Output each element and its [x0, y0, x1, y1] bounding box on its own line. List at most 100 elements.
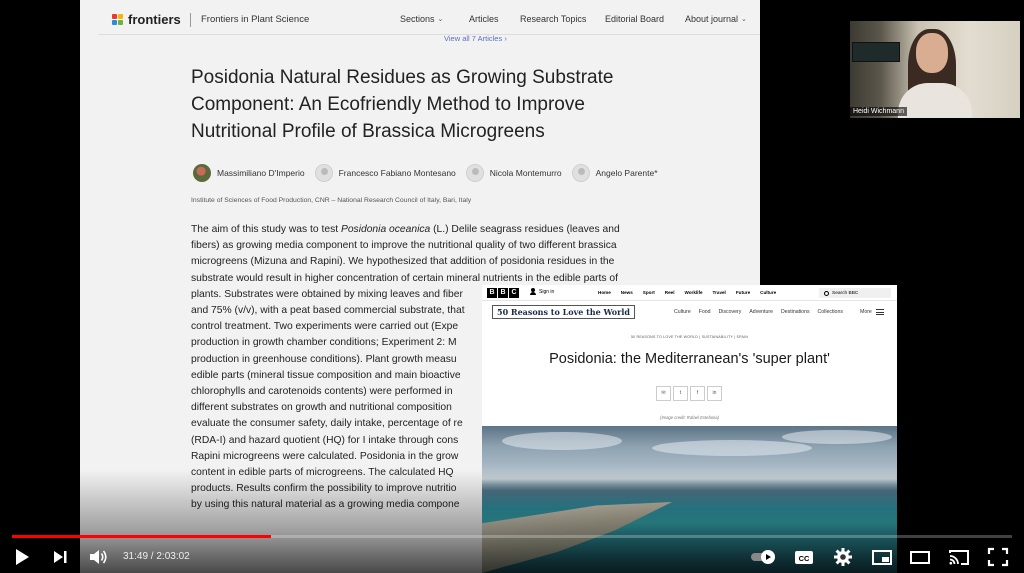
- bbc-logo: B B C: [487, 288, 519, 298]
- nav-articles: Articles: [469, 14, 499, 24]
- bbc-nav-item: Home: [598, 290, 611, 295]
- bbc-section-item: Food: [698, 309, 711, 315]
- cloud: [782, 430, 892, 444]
- bbc-headline: Posidonia: the Mediterranean's 'super pl…: [549, 351, 830, 367]
- search-label: Search BBC: [832, 290, 859, 296]
- bbc-nav-item: Travel: [712, 290, 726, 295]
- progress-bar[interactable]: [12, 535, 1012, 538]
- user-icon: [314, 164, 333, 182]
- player-controls: 31:49 / 2:03:02 CC: [0, 541, 1024, 573]
- author-avatar: [193, 164, 211, 182]
- nav-label: Editorial Board: [605, 14, 665, 24]
- bbc-more-menu: More: [860, 309, 884, 315]
- theater-mode-icon[interactable]: [909, 547, 931, 567]
- video-player[interactable]: frontiers Frontiers in Plant Science Sec…: [0, 0, 1024, 573]
- nav-research-topics: Research Topics: [520, 14, 586, 24]
- bbc-nav-item: Worklife: [684, 290, 703, 295]
- bbc-section-item: Discovery: [718, 309, 742, 315]
- bbc-kicker: 50 REASONS TO LOVE THE WORLD | SUSTAINAB…: [630, 335, 749, 339]
- time-display: 31:49 / 2:03:02: [123, 551, 190, 562]
- author: Angelo Parente*: [571, 164, 658, 182]
- bbc-logo-letter: C: [509, 288, 519, 298]
- miniplayer-icon[interactable]: [871, 547, 893, 567]
- more-label: More: [860, 309, 872, 315]
- chevron-down-icon: ⌄: [437, 16, 444, 23]
- bbc-nav-item: News: [620, 290, 633, 295]
- captions-label: CC: [799, 554, 810, 563]
- nav-label: Sections: [400, 14, 435, 24]
- bbc-nav-item: Sport: [642, 290, 655, 295]
- abstract-line: microgreens (Mizuna and Rapini). We hypo…: [191, 256, 615, 268]
- search-icon: [824, 290, 829, 296]
- settings-gear-icon[interactable]: [833, 547, 853, 567]
- image-credit: (Image credit: Rafael Estefania): [660, 415, 719, 420]
- linkedin-share-icon: in: [707, 386, 722, 401]
- twitter-share-icon: t: [673, 386, 688, 401]
- frontiers-logo-text: frontiers: [128, 12, 181, 27]
- author-name: Francesco Fabiano Montesano: [338, 168, 456, 178]
- title-line: Posidonia Natural Residues as Growing Su…: [191, 67, 614, 88]
- nav-sections: Sections ⌄: [400, 14, 443, 24]
- frontiers-header: frontiers Frontiers in Plant Science Sec…: [98, 5, 760, 35]
- play-icon[interactable]: [13, 547, 31, 567]
- author-name: Massimiliano D'Imperio: [217, 168, 305, 178]
- bbc-top-nav: Home News Sport Reel Worklife Travel Fut…: [598, 290, 776, 295]
- bbc-sign-in: Sign in: [530, 288, 554, 295]
- author: Massimiliano D'Imperio: [193, 164, 305, 182]
- bbc-section-item: Collections: [817, 309, 843, 315]
- speaker-face: [916, 33, 948, 73]
- author: Nicola Montemurro: [465, 164, 562, 182]
- cast-icon[interactable]: [948, 547, 970, 567]
- nav-label: About journal: [685, 14, 739, 24]
- bbc-nav-item: Reel: [664, 290, 675, 295]
- cloud: [502, 432, 622, 450]
- user-icon: [465, 164, 484, 182]
- autoplay-toggle-icon[interactable]: [750, 547, 778, 567]
- bbc-section-bar: 50 Reasons to Love the World Culture Foo…: [482, 302, 897, 322]
- article-title: Posidonia Natural Residues as Growing Su…: [191, 64, 671, 145]
- user-icon: [571, 164, 590, 182]
- frontiers-logo: frontiers: [112, 12, 181, 27]
- webcam-video: Heidi Wichmann: [850, 21, 1020, 118]
- author: Francesco Fabiano Montesano: [314, 164, 456, 182]
- bbc-section-item: Adventure: [749, 309, 773, 315]
- user-icon: [530, 288, 536, 295]
- fullscreen-icon[interactable]: [987, 547, 1009, 567]
- current-time: 31:49: [123, 551, 149, 562]
- bbc-section-item: Culture: [674, 309, 691, 315]
- frontiers-logo-icon: [112, 13, 124, 26]
- sign-in-label: Sign in: [539, 288, 555, 295]
- bbc-section-brand: 50 Reasons to Love the World: [492, 305, 635, 319]
- bbc-section-item: Destinations: [781, 309, 810, 315]
- author-name: Nicola Montemurro: [489, 168, 562, 178]
- bbc-section-nav: Culture Food Discovery Adventure Destina…: [674, 309, 843, 315]
- nav-about-journal: About journal ⌄: [685, 14, 747, 24]
- title-line: Nutritional Profile of Brassica Microgre…: [191, 121, 545, 142]
- nav-editorial-board: Editorial Board: [605, 14, 664, 24]
- bbc-share-buttons: ✉ t f in: [656, 386, 722, 401]
- facebook-share-icon: f: [690, 386, 705, 401]
- author-list: Massimiliano D'Imperio Francesco Fabiano…: [193, 162, 713, 184]
- nav-label: Research Topics: [520, 14, 587, 24]
- speaker-body: [898, 83, 972, 118]
- abstract-line: The aim of this study was to test Posido…: [191, 224, 620, 235]
- email-share-icon: ✉: [656, 386, 671, 401]
- bbc-search: Search BBC: [819, 288, 891, 298]
- author-affiliation: Institute of Sciences of Food Production…: [191, 197, 472, 204]
- hamburger-menu-icon: [875, 309, 884, 315]
- view-all-articles-link: View all 7 Articles ›: [444, 34, 507, 43]
- next-icon[interactable]: [51, 547, 69, 567]
- bbc-logo-letter: B: [498, 288, 508, 298]
- nav-label: Articles: [469, 14, 499, 24]
- title-line: Component: An Ecofriendly Method to Impr…: [191, 94, 585, 115]
- duration: 2:03:02: [156, 551, 190, 562]
- journal-name: Frontiers in Plant Science: [201, 14, 310, 25]
- author-name: Angelo Parente*: [595, 168, 658, 178]
- volume-icon[interactable]: [88, 547, 108, 567]
- view-all-label: View all 7 Articles: [444, 34, 503, 43]
- cloud: [652, 440, 812, 456]
- bbc-logo-letter: B: [487, 288, 497, 298]
- bbc-nav-item: Culture: [760, 290, 777, 295]
- webcam-name-label: Heidi Wichmann: [850, 107, 907, 116]
- captions-icon[interactable]: CC: [794, 547, 814, 567]
